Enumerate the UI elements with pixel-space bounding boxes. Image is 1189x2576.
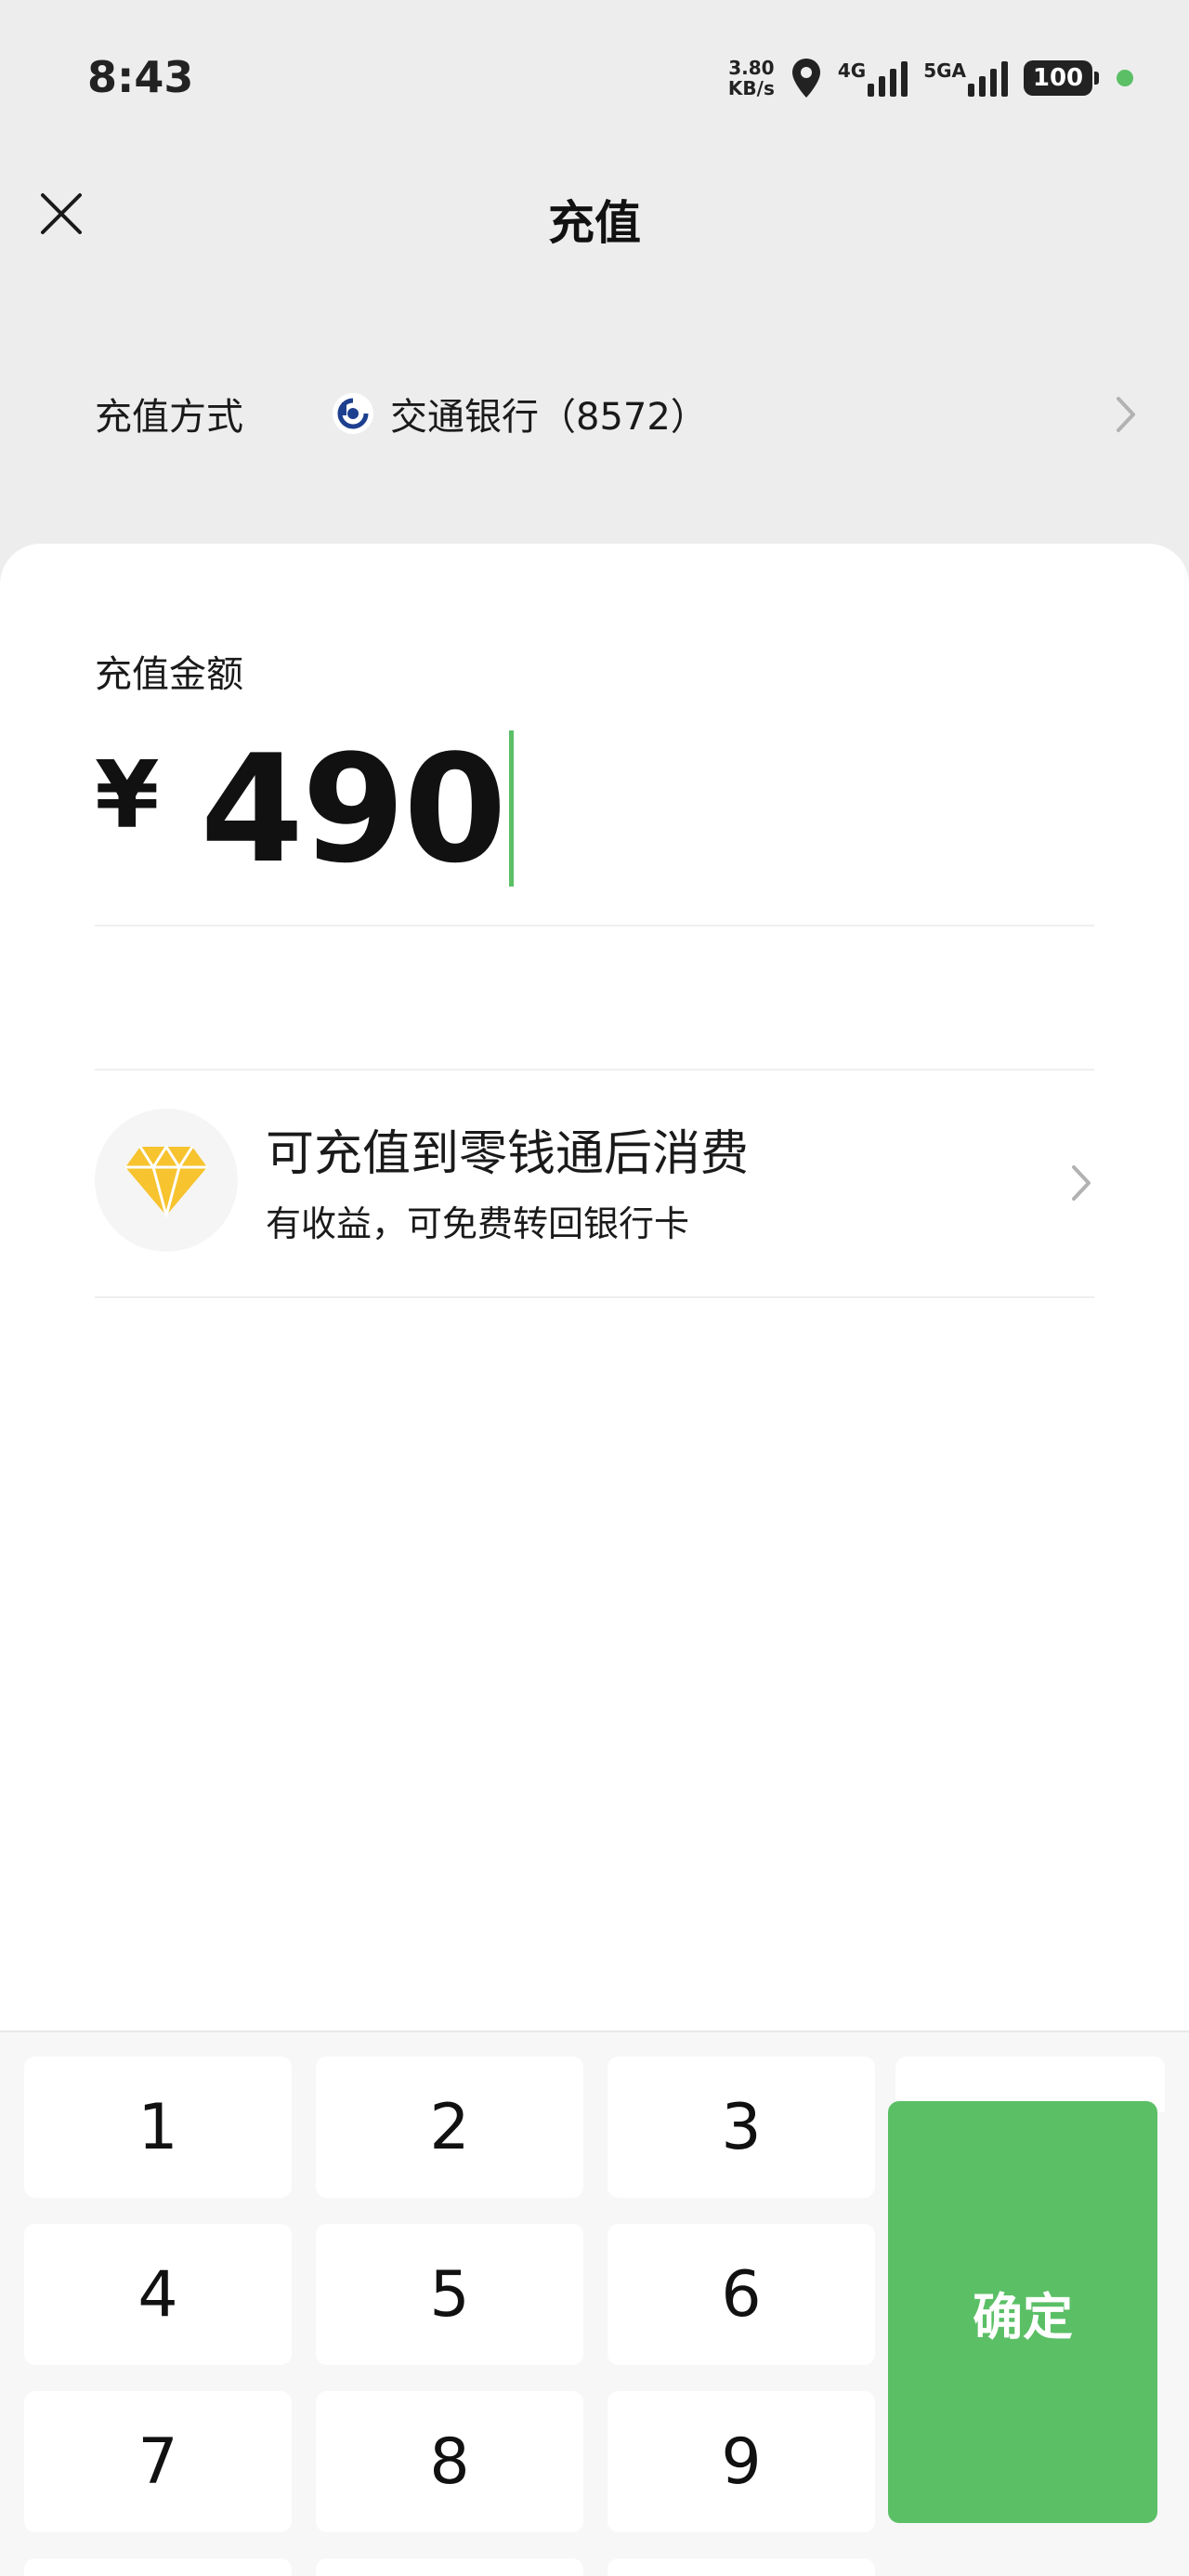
key-7[interactable]: 7 [24,2391,292,2532]
key-6[interactable]: 6 [608,2224,875,2365]
key-8[interactable]: 8 [316,2391,583,2532]
privacy-indicator-dot [1117,70,1133,86]
key-5[interactable]: 5 [316,2224,583,2365]
network-speed-unit: KB/s [727,77,775,99]
location-icon [790,57,823,99]
signal-5ga-icon: 5GA [923,59,1009,97]
status-bar: 8:43 3.80 KB/s 4G 5GA 100 [0,0,1189,158]
amount-label: 充值金额 [95,653,243,696]
bank-logo-icon [333,393,373,434]
key-1[interactable]: 1 [24,2057,292,2198]
key-bottom-row-partial[interactable] [316,2558,583,2576]
text-cursor [508,730,514,887]
key-2[interactable]: 2 [316,2057,583,2198]
amount-value: 490 [200,721,507,896]
promo-title: 可充值到零钱通后消费 [266,1126,750,1182]
amount-input[interactable]: ¥ 490 [95,722,514,896]
signal-4g-icon: 4G [838,59,908,97]
key-bottom-row-partial[interactable] [608,2558,875,2576]
recharge-card: 充值金额 ¥ 490 可充值到零钱通后消费 有收益，可免费转回银行卡 [0,544,1189,2031]
network-speed-value: 3.80 [728,57,775,79]
status-time: 8:43 [87,52,194,102]
divider [95,925,1094,927]
divider [95,1296,1094,1298]
key-4[interactable]: 4 [24,2224,292,2365]
nav-bar: 充值 [0,158,1189,269]
numeric-keypad: 1 2 3 4 5 6 7 8 9 确定 [0,2031,1189,2576]
bank-name: 交通银行（8572） [390,396,708,439]
key-9[interactable]: 9 [608,2391,875,2532]
key-3[interactable]: 3 [608,2057,875,2198]
status-indicators: 3.80 KB/s 4G 5GA 100 [728,52,1133,104]
network-speed: 3.80 KB/s [728,58,775,99]
battery-icon: 100 [1024,60,1099,96]
payment-method-row[interactable]: 充值方式 交通银行（8572） [0,358,1189,469]
currency-symbol: ¥ [95,740,160,849]
key-bottom-row-partial[interactable] [24,2558,292,2576]
promo-lingqiantong-row[interactable]: 可充值到零钱通后消费 有收益，可免费转回银行卡 [95,1069,1094,1292]
confirm-button[interactable]: 确定 [888,2101,1157,2523]
chevron-right-icon [1068,1162,1094,1208]
diamond-icon [95,1109,238,1252]
payment-method-label: 充值方式 [95,396,243,439]
promo-subtitle: 有收益，可免费转回银行卡 [266,1203,690,1244]
chevron-right-icon [1113,393,1139,440]
page-title: 充值 [548,196,641,250]
